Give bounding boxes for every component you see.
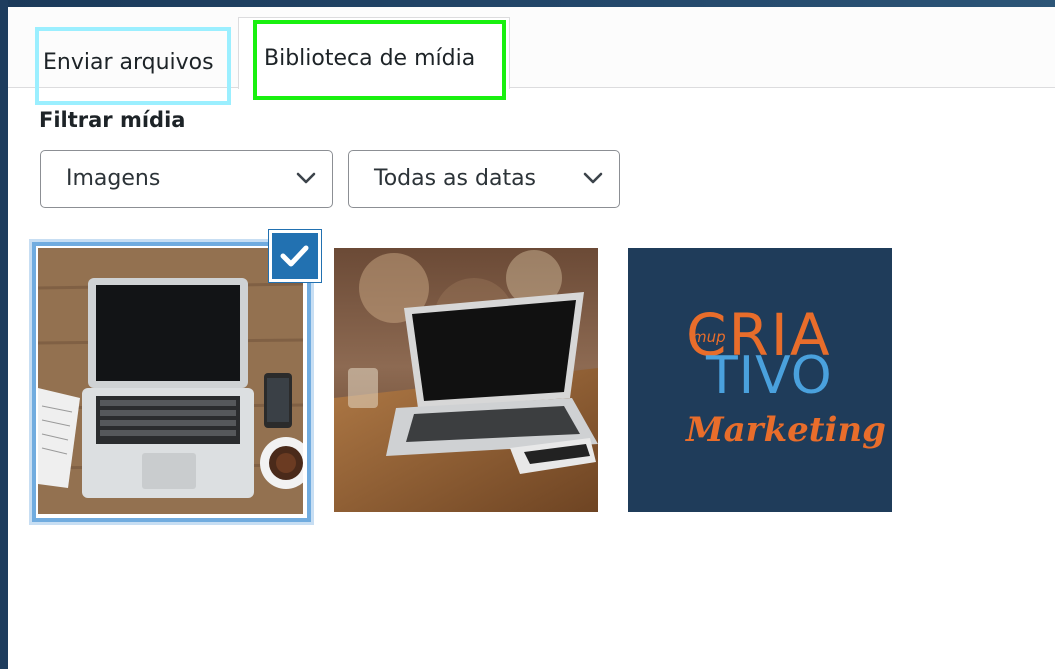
window-frame-top — [0, 0, 1055, 7]
chevron-down-icon — [296, 172, 316, 184]
logo-marketing-text: Marketing — [686, 410, 886, 450]
chevron-down-icon — [583, 172, 603, 184]
attachment-thumbnail[interactable] — [29, 239, 314, 525]
tab-media-library[interactable]: Biblioteca de mídia — [253, 20, 506, 100]
tab-upload-files[interactable]: Enviar arquivos — [35, 27, 231, 105]
window-frame-left — [0, 0, 8, 669]
laptop-desk-top-view-image — [38, 248, 303, 514]
selected-check-button[interactable] — [269, 230, 321, 282]
media-date-select[interactable]: Todas as datas — [348, 150, 620, 208]
media-type-select-value: Imagens — [66, 166, 161, 191]
media-date-select-value: Todas as datas — [374, 166, 537, 191]
laptop-on-table-image — [334, 248, 598, 512]
attachment-thumbnail[interactable]: CRIA mup TIVO Marketing — [628, 248, 892, 512]
attachment-thumbnail[interactable] — [334, 248, 598, 512]
checkmark-icon — [280, 245, 309, 267]
media-type-select[interactable]: Imagens — [40, 150, 333, 208]
logo-mup-text: mup — [692, 328, 726, 346]
tab-media-library-label: Biblioteca de mídia — [264, 46, 476, 71]
media-modal: Enviar arquivos Biblioteca de mídia Filt… — [8, 7, 1055, 669]
tab-upload-files-label: Enviar arquivos — [43, 50, 214, 75]
logo-tivo-text: TIVO — [706, 346, 833, 406]
filter-media-label: Filtrar mídia — [39, 108, 186, 132]
